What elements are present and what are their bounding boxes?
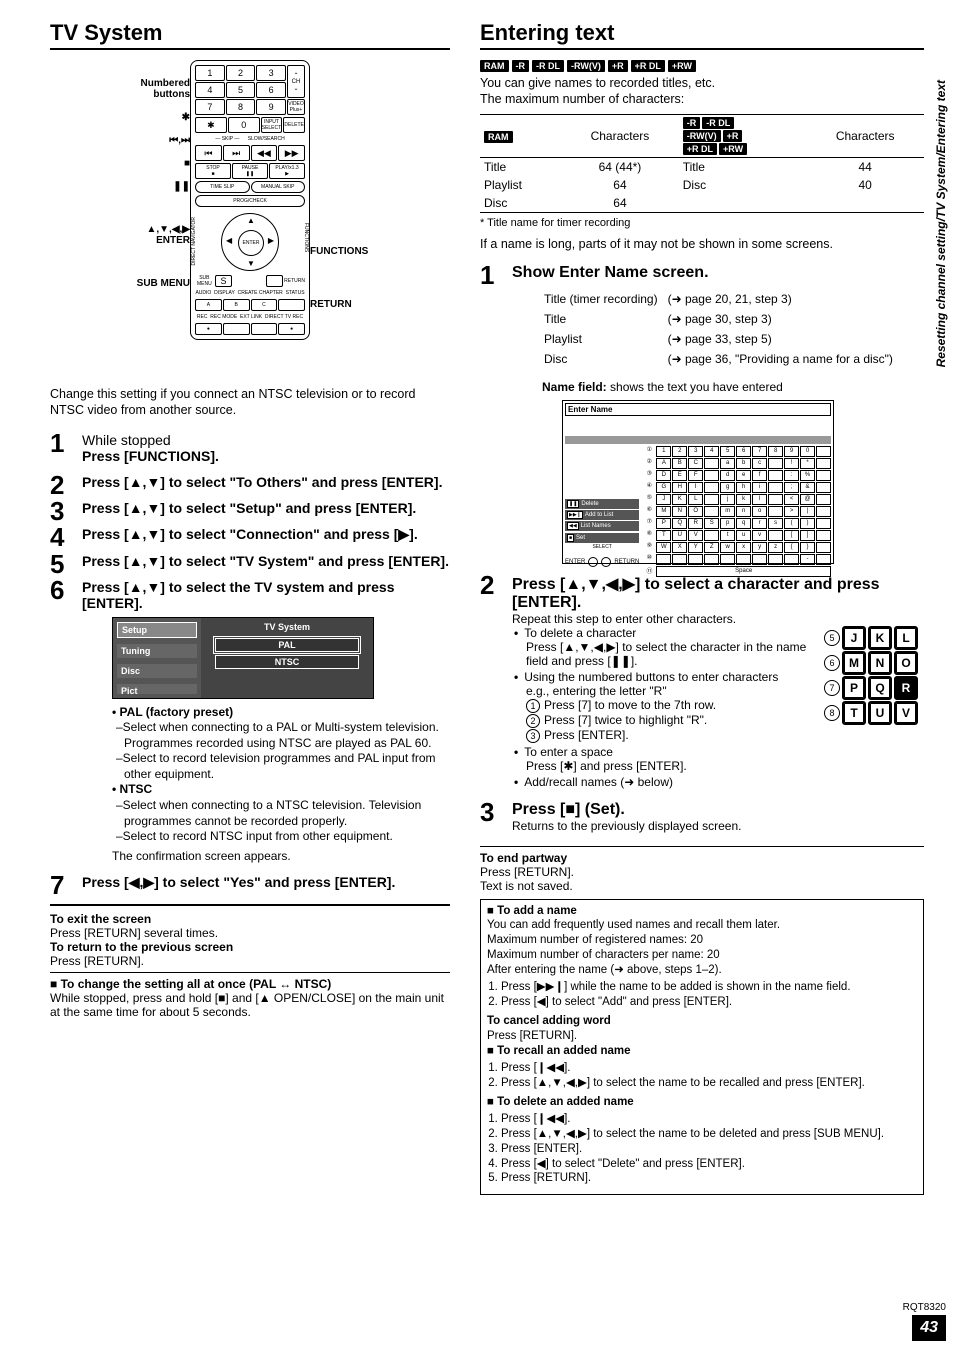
add-name-box: To add a name You can add frequently use… [480,899,924,1196]
exit-note: To exit the screen Press [RETURN] severa… [50,912,450,968]
callout-numbered: Numbered buttons [110,72,190,106]
et-step-2: Press [▲,▼,◀,▶] to select a character an… [480,574,924,791]
step-5: Press [▲,▼] to select "TV System" and pr… [50,553,450,569]
disc-badges: RAM -R -R DL -RW(V) +R +R DL +RW [480,60,924,72]
side-tab-text: Resetting channel setting/TV System/Ente… [934,80,948,367]
callout-functions: FUNCTIONS [310,240,390,263]
callout-skip: ⏮,⏭ [110,129,190,152]
et-intro1: You can give names to recorded titles, e… [480,75,924,91]
step-1: While stopped Press [FUNCTIONS]. [50,432,450,464]
callout-star: ✱ [110,106,190,129]
step-4: Press [▲,▼] to select "Connection" and p… [50,526,450,543]
et-step-1: Show Enter Name screen. Title (timer rec… [480,264,924,564]
callout-stop: ■ [110,152,190,175]
end-partway: To end partway Press [RETURN]. Text is n… [480,851,924,893]
setup-screen: Setup Tuning Disc Pict TV System PAL NTS… [112,617,374,699]
key-zoom-diagram: 5JKL6MNO7PQR8TUV [824,626,924,726]
callout-pause: ❚❚ [110,175,190,198]
callout-submenu: SUB MENU [110,272,190,295]
entering-text-title: Entering text [480,20,924,50]
step-2: Press [▲,▼] to select "To Others" and pr… [50,474,450,490]
callout-return: RETURN [310,293,390,316]
char-table: RAM Characters -R-R DL -RW(V)+R +R DL+RW… [480,114,924,213]
step-6: Press [▲,▼] to select the TV system and … [50,579,450,865]
change-note: To change the setting all at once (PAL ↔… [50,977,450,1019]
step-3: Press [▲,▼] to select "Setup" and press … [50,500,450,516]
long-note: If a name is long, parts of it may not b… [480,237,924,251]
asterisk-note: * Title name for timer recording [480,217,924,229]
step-7: Press [◀,▶] to select "Yes" and press [E… [50,874,450,891]
tv-intro: Change this setting if you connect an NT… [50,386,450,419]
remote-diagram: Numbered buttons ✱ ⏮,⏭ ■ ❚❚ ▲,▼,◀,▶ ENTE… [50,60,450,366]
et-step-3: Press [■] (Set). Returns to the previous… [480,801,924,833]
et-intro2: The maximum number of characters: [480,91,924,107]
tv-system-title: TV System [50,20,450,50]
page-footer: RQT8320 43 [903,1302,946,1341]
callout-nav: ▲,▼,◀,▶ ENTER [110,218,190,252]
prog-check-button: PROG/CHECK [195,195,305,207]
enter-name-screen: Enter Name ❚❚Delete ▶▶❙Add to List ◀◀Lis… [562,400,834,564]
